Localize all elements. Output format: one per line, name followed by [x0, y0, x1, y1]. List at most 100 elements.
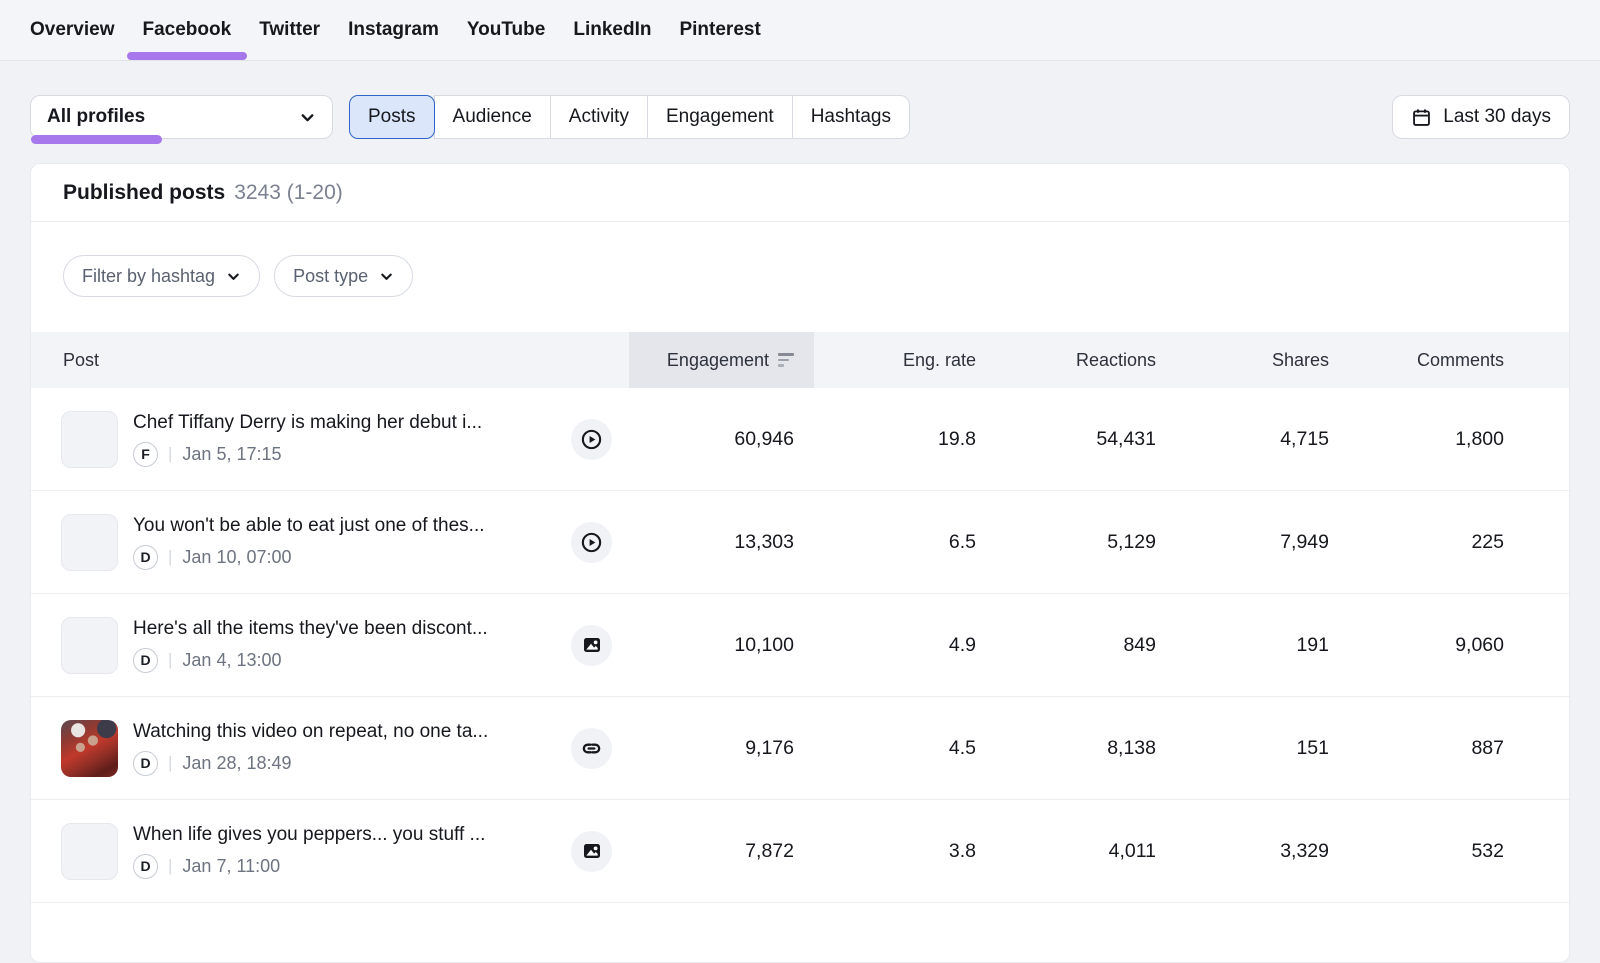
reactions-value: 5,129	[996, 531, 1176, 554]
image-icon	[582, 841, 602, 861]
post-meta: D | Jan 10, 07:00	[133, 545, 571, 570]
post-text: Here's all the items they've been discon…	[133, 618, 571, 673]
table-header: Post Engagement Eng. rate Reactions Shar…	[31, 332, 1569, 388]
chevron-down-icon	[299, 109, 316, 126]
column-header-reactions[interactable]: Reactions	[996, 332, 1176, 388]
shares-value: 191	[1176, 634, 1349, 657]
post-title: Chef Tiffany Derry is making her debut i…	[133, 412, 561, 434]
post-cell: When life gives you peppers... you stuff…	[31, 823, 629, 880]
post-type-label: Post type	[293, 266, 368, 287]
profile-select-underline	[31, 135, 162, 144]
column-header-shares[interactable]: Shares	[1176, 332, 1349, 388]
post-title: When life gives you peppers... you stuff…	[133, 824, 561, 846]
profile-initial-badge: D	[133, 751, 158, 776]
shares-value: 151	[1176, 737, 1349, 760]
post-date: Jan 5, 17:15	[182, 444, 281, 465]
post-title: Here's all the items they've been discon…	[133, 618, 561, 640]
engagement-value: 13,303	[629, 531, 814, 554]
table-row[interactable]: Here's all the items they've been discon…	[31, 594, 1569, 697]
view-tab-posts[interactable]: Posts	[349, 95, 435, 139]
filter-by-hashtag-dropdown[interactable]: Filter by hashtag	[63, 255, 260, 297]
engagement-value: 60,946	[629, 428, 814, 451]
view-tab-label: Activity	[569, 106, 629, 128]
meta-separator: |	[168, 753, 172, 773]
comments-value: 9,060	[1349, 634, 1524, 657]
table-row[interactable]: When life gives you peppers... you stuff…	[31, 800, 1569, 903]
shares-value: 7,949	[1176, 531, 1349, 554]
table-row[interactable]: Watching this video on repeat, no one ta…	[31, 697, 1569, 800]
comments-value: 225	[1349, 531, 1524, 554]
engagement-value: 10,100	[629, 634, 814, 657]
meta-separator: |	[168, 856, 172, 876]
image-icon	[582, 635, 602, 655]
post-date: Jan 10, 07:00	[182, 547, 291, 568]
post-date: Jan 4, 13:00	[182, 650, 281, 671]
table-row[interactable]: You won't be able to eat just one of the…	[31, 491, 1569, 594]
profile-select[interactable]: All profiles	[30, 95, 333, 139]
view-tab-label: Engagement	[666, 106, 774, 128]
profile-initial-badge: D	[133, 854, 158, 879]
comments-value: 1,800	[1349, 428, 1524, 451]
published-posts-panel: Published posts 3243 (1-20) Filter by ha…	[30, 163, 1570, 963]
active-tab-underline	[127, 52, 248, 60]
column-header-comments[interactable]: Comments	[1349, 332, 1524, 388]
column-header-engagement[interactable]: Engagement	[629, 332, 814, 388]
panel-title: Published posts	[63, 181, 225, 205]
shares-value: 3,329	[1176, 840, 1349, 863]
shares-value: 4,715	[1176, 428, 1349, 451]
comments-value: 532	[1349, 840, 1524, 863]
top-nav: Overview Facebook Twitter Instagram YouT…	[0, 0, 1600, 61]
post-cell: Chef Tiffany Derry is making her debut i…	[31, 411, 629, 468]
post-thumbnail	[61, 411, 118, 468]
post-thumbnail	[61, 720, 118, 777]
profile-initial-badge: F	[133, 442, 158, 467]
calendar-icon	[1411, 107, 1432, 128]
controls-row: All profiles Posts Audience Activity Eng…	[0, 61, 1600, 139]
view-tab-label: Audience	[453, 106, 532, 128]
nav-tab-facebook[interactable]: Facebook	[143, 0, 232, 60]
nav-tab-label: YouTube	[467, 19, 545, 41]
nav-tab-label: Twitter	[259, 19, 320, 41]
post-cell: You won't be able to eat just one of the…	[31, 514, 629, 571]
nav-tab-pinterest[interactable]: Pinterest	[679, 0, 760, 60]
post-text: Watching this video on repeat, no one ta…	[133, 721, 571, 776]
nav-tab-linkedin[interactable]: LinkedIn	[573, 0, 651, 60]
reactions-value: 849	[996, 634, 1176, 657]
eng-rate-value: 4.9	[814, 634, 996, 657]
view-tab-label: Hashtags	[811, 106, 891, 128]
table-row[interactable]: Chef Tiffany Derry is making her debut i…	[31, 388, 1569, 491]
post-thumbnail	[61, 617, 118, 674]
date-range-button[interactable]: Last 30 days	[1392, 95, 1570, 139]
meta-separator: |	[168, 650, 172, 670]
post-meta: F | Jan 5, 17:15	[133, 442, 571, 467]
nav-tab-instagram[interactable]: Instagram	[348, 0, 439, 60]
view-tab-audience[interactable]: Audience	[434, 95, 551, 139]
engagement-value: 7,872	[629, 840, 814, 863]
profile-initial-badge: D	[133, 545, 158, 570]
view-tab-activity[interactable]: Activity	[550, 95, 648, 139]
post-type-dropdown[interactable]: Post type	[274, 255, 413, 297]
engagement-header-label: Engagement	[667, 350, 769, 371]
nav-tab-youtube[interactable]: YouTube	[467, 0, 545, 60]
view-tabs: Posts Audience Activity Engagement Hasht…	[349, 95, 910, 139]
video-play-icon	[580, 428, 603, 451]
post-thumbnail	[61, 514, 118, 571]
profile-initial-badge: D	[133, 648, 158, 673]
panel-header: Published posts 3243 (1-20)	[31, 164, 1569, 222]
nav-tab-overview[interactable]: Overview	[30, 0, 115, 60]
post-meta: D | Jan 4, 13:00	[133, 648, 571, 673]
column-header-eng-rate[interactable]: Eng. rate	[814, 332, 996, 388]
nav-tab-label: LinkedIn	[573, 19, 651, 41]
post-date: Jan 28, 18:49	[182, 753, 291, 774]
media-type-badge	[571, 625, 612, 666]
view-tab-hashtags[interactable]: Hashtags	[792, 95, 910, 139]
nav-tab-label: Instagram	[348, 19, 439, 41]
post-thumbnail	[61, 823, 118, 880]
post-title: Watching this video on repeat, no one ta…	[133, 721, 561, 743]
media-type-badge	[571, 831, 612, 872]
view-tab-engagement[interactable]: Engagement	[647, 95, 793, 139]
engagement-value: 9,176	[629, 737, 814, 760]
media-type-badge	[571, 419, 612, 460]
date-range-label: Last 30 days	[1443, 106, 1551, 128]
nav-tab-twitter[interactable]: Twitter	[259, 0, 320, 60]
